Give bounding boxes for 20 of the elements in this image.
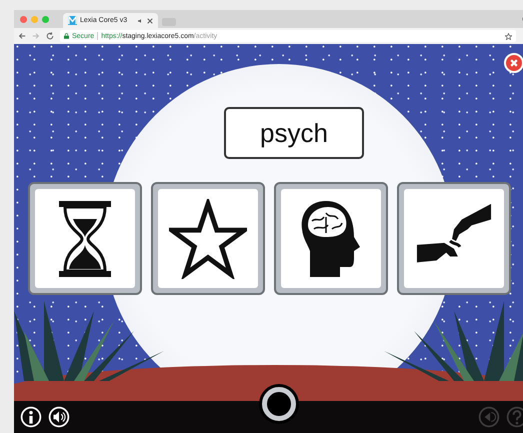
close-button[interactable] bbox=[504, 53, 523, 73]
reload-icon[interactable] bbox=[46, 32, 54, 40]
speaker-icon bbox=[138, 18, 144, 24]
progress-ring-icon bbox=[262, 387, 296, 421]
info-button[interactable] bbox=[20, 406, 42, 428]
picture-choice-card[interactable] bbox=[274, 182, 388, 295]
star-icon bbox=[169, 198, 247, 278]
maximize-dot-icon[interactable] bbox=[42, 16, 49, 22]
sound-button[interactable] bbox=[48, 406, 70, 428]
m-logo-icon bbox=[68, 16, 77, 25]
close-dot-icon[interactable] bbox=[20, 16, 27, 22]
close-icon[interactable] bbox=[147, 18, 153, 24]
picture-choice-card[interactable] bbox=[397, 182, 511, 295]
picture-choice-card[interactable] bbox=[28, 182, 142, 295]
word-card: psych bbox=[224, 107, 364, 159]
picture-choice-card[interactable] bbox=[151, 182, 265, 295]
minimize-dot-icon[interactable] bbox=[31, 16, 38, 22]
lock-icon bbox=[64, 33, 69, 39]
bookmark-star-icon[interactable] bbox=[505, 32, 512, 40]
back-arrow-icon[interactable] bbox=[18, 32, 26, 40]
